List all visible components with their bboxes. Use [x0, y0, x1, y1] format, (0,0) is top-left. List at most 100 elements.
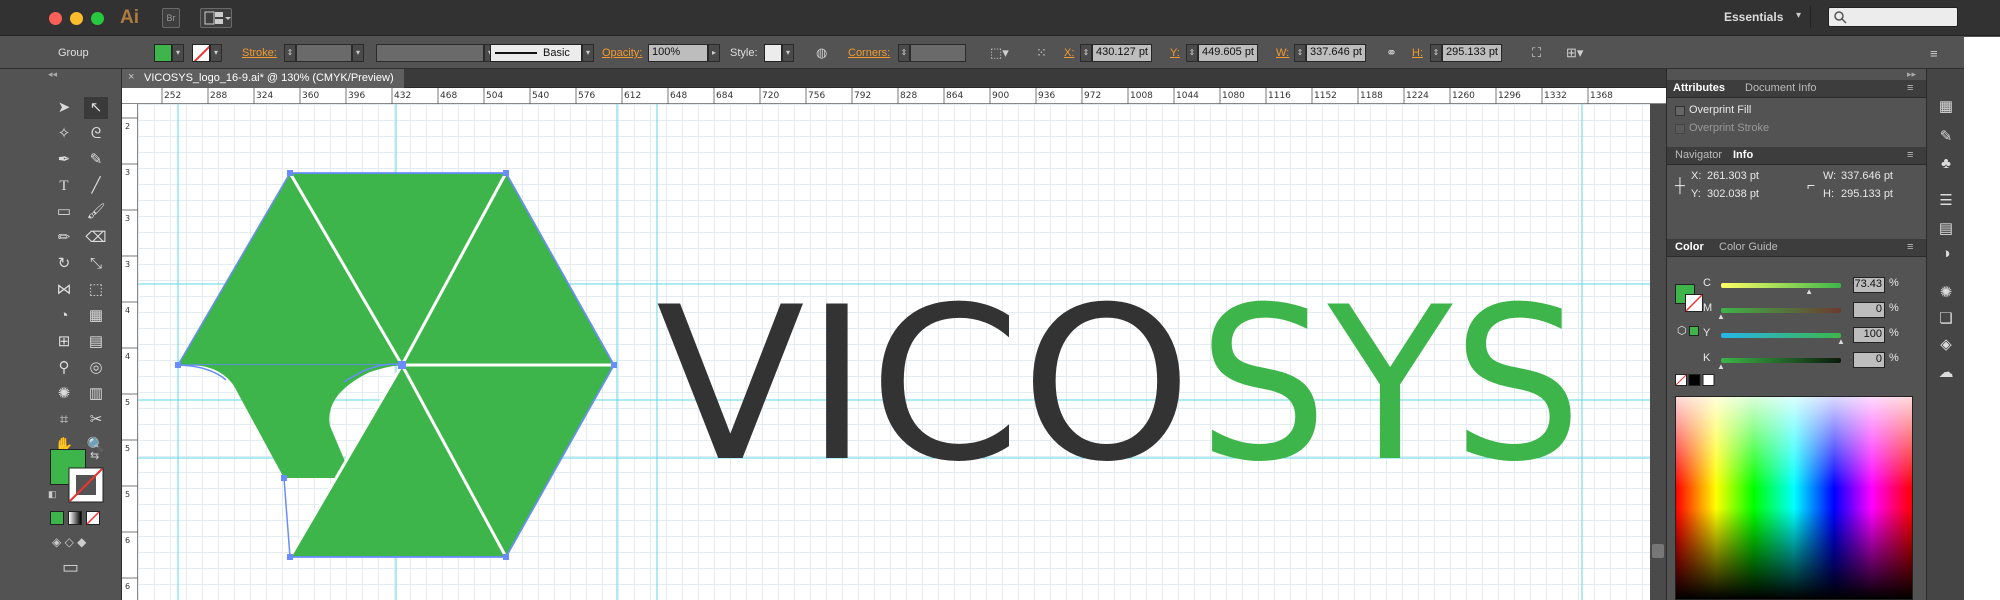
panel-menu-icon[interactable]: ≡ [1930, 37, 1938, 69]
swap-colors-icon[interactable]: ⇆ [90, 449, 99, 462]
fill-swatch[interactable]: ▾ [154, 37, 184, 69]
stroke-color-swatch[interactable] [68, 467, 104, 503]
graphic-style-swatch[interactable]: ▾ [764, 37, 794, 69]
vertical-ruler[interactable]: 2 3 3 3 4 4 5 5 5 6 6 [122, 104, 138, 600]
slider-thumb[interactable]: ▲ [1837, 337, 1845, 346]
libraries-icon[interactable]: ☁ [1936, 363, 1956, 383]
corners-field[interactable]: ⇕ [898, 37, 966, 69]
brushes-icon[interactable]: ✎ [1936, 127, 1956, 147]
minimize-window-button[interactable] [70, 12, 83, 25]
workspace-switcher[interactable]: Essentials [1724, 10, 1783, 24]
opacity-label[interactable]: Opacity: [602, 37, 642, 69]
constrain-proportions-icon[interactable]: ⚭ [1386, 37, 1397, 69]
w-field[interactable]: ⇕ 337.646 pt [1294, 37, 1366, 69]
shape-builder-tool-icon[interactable]: ◔ [52, 305, 76, 327]
screen-mode-icon[interactable]: ▭ [62, 557, 79, 578]
isolate-group-icon[interactable]: ⬚▾ [990, 37, 1009, 69]
tab-color-guide[interactable]: Color Guide [1719, 241, 1778, 253]
x-value[interactable]: 430.127 pt [1092, 44, 1152, 62]
closest-color-swatch[interactable] [1689, 326, 1699, 336]
overprint-stroke-checkbox[interactable] [1675, 124, 1685, 134]
mesh-tool-icon[interactable]: ⊞ [52, 331, 76, 353]
artboard-tool-icon[interactable]: ⌗ [52, 409, 76, 431]
curvature-tool-icon[interactable]: ✎ [84, 149, 108, 171]
opacity-field[interactable]: 100% ▸ [648, 37, 720, 69]
close-window-button[interactable] [49, 12, 62, 25]
h-label[interactable]: H: [1412, 37, 1423, 69]
line-tool-icon[interactable]: ╱ [84, 175, 108, 197]
color-mode-icon[interactable] [50, 511, 64, 525]
paintbrush-tool-icon[interactable]: 🖌 [84, 201, 108, 223]
h-field[interactable]: ⇕ 295.133 pt [1430, 37, 1502, 69]
perspective-grid-tool-icon[interactable]: ▦ [84, 305, 108, 327]
gradient-tool-icon[interactable]: ▤ [84, 331, 108, 353]
symbols-icon[interactable]: ♣ [1936, 155, 1956, 175]
horizontal-ruler[interactable]: 252 288 324 360 396 432 468 504 540 576 612 648 684 7… [122, 88, 1666, 104]
w-label[interactable]: W: [1276, 37, 1289, 69]
artboard-canvas[interactable]: VICO SYS [138, 104, 1650, 600]
wordmark[interactable]: VICO SYS [656, 261, 1582, 508]
h-value[interactable]: 295.133 pt [1442, 44, 1502, 62]
drawing-mode-icon[interactable]: ◈ ◇ ◆ [52, 535, 86, 549]
panel-menu-icon[interactable]: ≡ [1907, 241, 1913, 253]
rectangle-tool-icon[interactable]: ▭ [52, 201, 76, 223]
hexagon-logo-mark[interactable] [175, 170, 617, 560]
scrollbar-thumb[interactable] [1652, 544, 1664, 558]
align-options-icon[interactable]: ⊞▾ [1566, 37, 1583, 69]
help-search-input[interactable] [1828, 7, 1958, 27]
close-tab-icon[interactable]: × [128, 71, 134, 83]
channel-value[interactable]: 0 [1853, 352, 1885, 368]
color-spectrum[interactable] [1675, 396, 1913, 600]
transform-icon[interactable]: ⛶ [1532, 37, 1541, 69]
chevron-down-icon[interactable]: ▾ [1796, 10, 1801, 21]
blend-tool-icon[interactable]: ◎ [84, 357, 108, 379]
scale-tool-icon[interactable]: ⤡ [84, 253, 108, 275]
artwork[interactable]: VICO SYS [138, 104, 1650, 600]
recolor-artwork-icon[interactable]: ◍ [816, 37, 827, 69]
stroke-panel-icon[interactable]: ☰ [1936, 191, 1956, 211]
pencil-tool-icon[interactable]: ✏ [52, 227, 76, 249]
tab-document-info[interactable]: Document Info [1745, 82, 1817, 94]
x-label[interactable]: X: [1064, 37, 1074, 69]
selection-tool-icon[interactable]: ➤ [52, 97, 76, 119]
channel-slider[interactable] [1721, 333, 1841, 338]
y-value[interactable]: 449.605 pt [1198, 44, 1258, 62]
symbol-sprayer-tool-icon[interactable]: ✺ [52, 383, 76, 405]
tab-attributes[interactable]: Attributes [1673, 82, 1725, 94]
vertical-scrollbar[interactable] [1650, 104, 1666, 600]
eyedropper-tool-icon[interactable]: ⚲ [52, 357, 76, 379]
width-tool-icon[interactable]: ⋈ [52, 279, 76, 301]
pen-tool-icon[interactable]: ✒ [52, 149, 76, 171]
layers-icon[interactable]: ◈ [1936, 335, 1956, 355]
tab-info[interactable]: Info [1733, 149, 1753, 161]
rotate-tool-icon[interactable]: ↻ [52, 253, 76, 275]
gradient-mode-icon[interactable] [68, 511, 82, 525]
slider-thumb[interactable]: ▲ [1717, 362, 1725, 371]
arrange-documents-icon[interactable] [200, 8, 232, 28]
direct-selection-tool-icon[interactable]: ↖ [84, 97, 108, 119]
y-field[interactable]: ⇕ 449.605 pt [1186, 37, 1258, 69]
channel-slider[interactable] [1721, 283, 1841, 288]
transparency-icon[interactable]: ◑ [1936, 245, 1956, 265]
color-panel-stroke-swatch[interactable] [1685, 294, 1703, 312]
x-field[interactable]: ⇕ 430.127 pt [1080, 37, 1152, 69]
slice-tool-icon[interactable]: ✂ [84, 409, 108, 431]
channel-slider[interactable] [1721, 308, 1841, 313]
channel-value[interactable]: 100 [1853, 327, 1885, 343]
tab-navigator[interactable]: Navigator [1675, 149, 1722, 161]
panel-menu-icon[interactable]: ≡ [1907, 82, 1913, 94]
panel-menu-icon[interactable]: ≡ [1907, 149, 1913, 161]
expand-panels-icon[interactable]: ▸▸ [1907, 69, 1916, 80]
stroke-weight-field[interactable]: ⇕ ▾ [284, 37, 364, 69]
graph-tool-icon[interactable]: ▥ [84, 383, 108, 405]
type-tool-icon[interactable]: T [52, 175, 76, 197]
slider-thumb[interactable]: ▲ [1805, 287, 1813, 296]
appearance-icon[interactable]: ✺ [1936, 283, 1956, 303]
document-tab[interactable]: × VICOSYS_logo_16-9.ai* @ 130% (CMYK/Pre… [122, 69, 404, 88]
none-mode-icon[interactable] [86, 511, 100, 525]
collapse-icon[interactable]: ◂◂ [48, 69, 57, 80]
free-transform-tool-icon[interactable]: ⬚ [84, 279, 108, 301]
graphic-styles-icon[interactable]: ❏ [1936, 309, 1956, 329]
channel-value[interactable]: 0 [1853, 302, 1885, 318]
magic-wand-tool-icon[interactable]: ✧ [52, 123, 76, 145]
